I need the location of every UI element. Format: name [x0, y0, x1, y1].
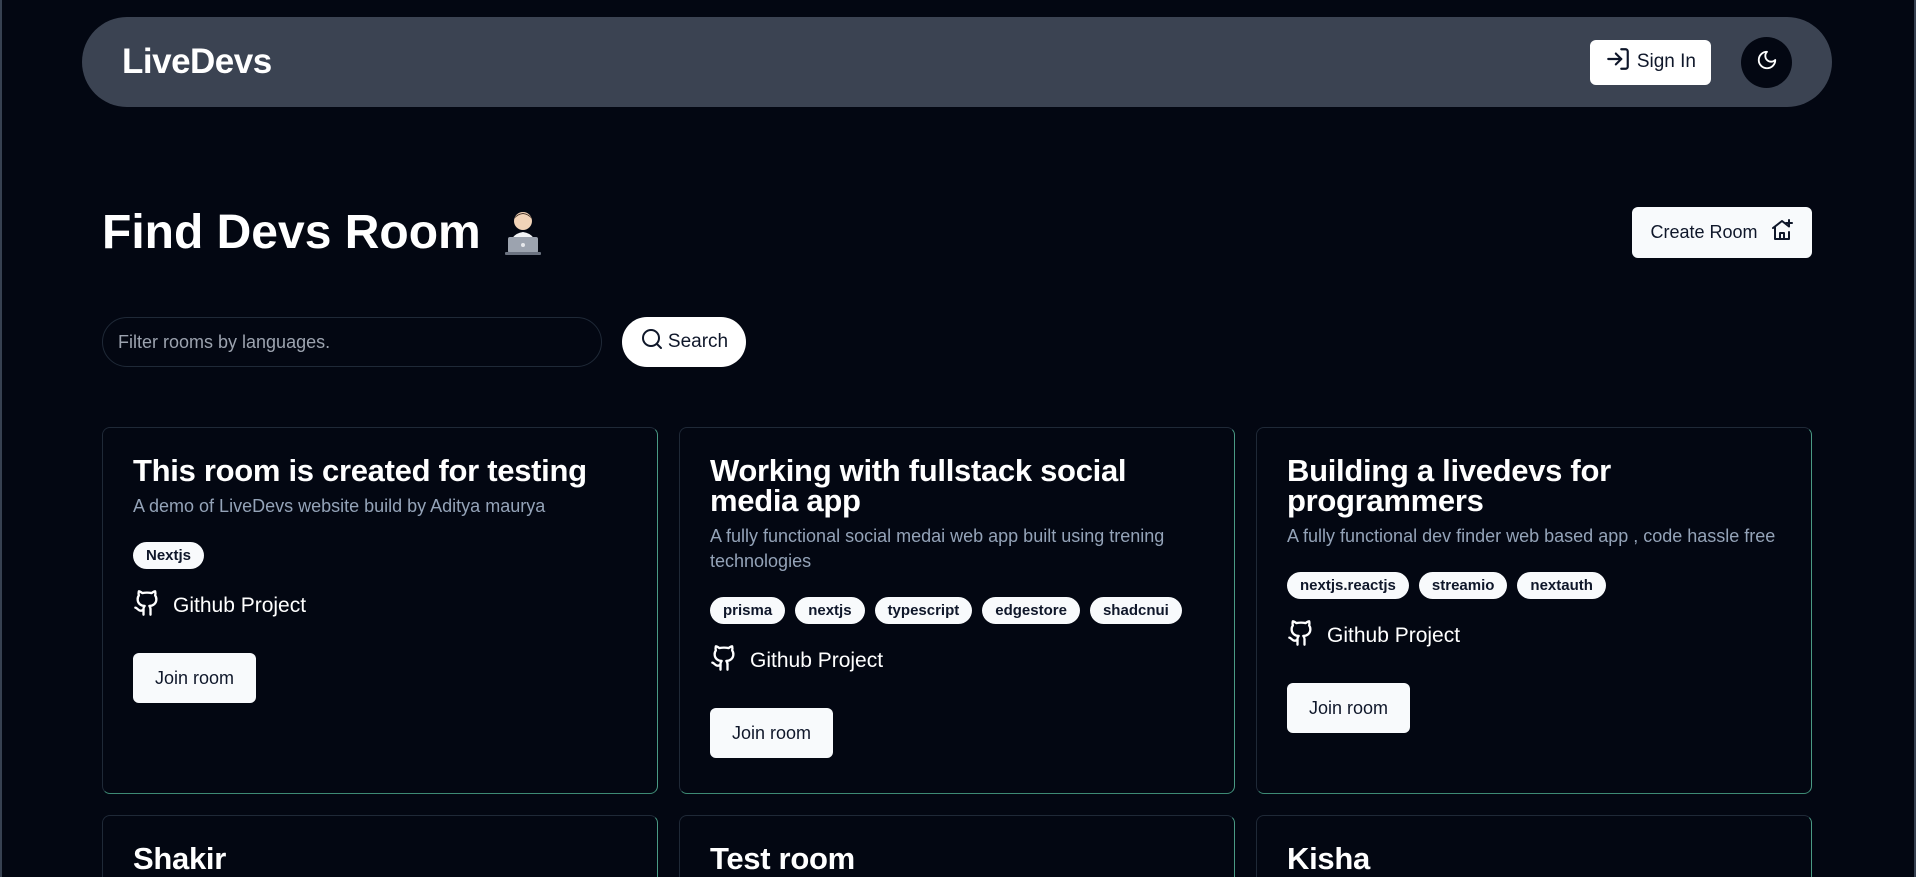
sign-in-label: Sign In	[1636, 51, 1696, 72]
join-room-button[interactable]: Join room	[133, 653, 256, 703]
tag-badge[interactable]: nextjs	[795, 597, 865, 624]
github-project-label: Github Project	[1327, 624, 1461, 647]
search-button[interactable]: Search	[622, 317, 746, 367]
room-card: Building a livedevs for programmers A fu…	[1256, 427, 1812, 794]
github-project-link[interactable]: Github Project	[133, 589, 627, 623]
tag-badge[interactable]: streamio	[1418, 572, 1508, 599]
room-tags: prisma nextjs typescript edgestore shadc…	[710, 597, 1204, 624]
navbar: LiveDevs Sign In	[82, 17, 1832, 107]
search-input[interactable]	[102, 317, 602, 367]
room-description: A fully functional dev finder web based …	[1287, 526, 1776, 546]
room-title: Shakir	[133, 841, 226, 876]
tag-badge[interactable]: nextjs.reactjs	[1287, 572, 1409, 599]
join-room-button[interactable]: Join room	[1287, 683, 1410, 733]
search-button-label: Search	[667, 331, 729, 352]
sign-in-button[interactable]: Sign In	[1589, 39, 1711, 85]
room-card: Kisha	[1256, 815, 1812, 877]
room-card: This room is created for testing A demo …	[102, 427, 658, 794]
github-project-link[interactable]: Github Project	[1287, 619, 1781, 653]
sign-in-icon	[1605, 46, 1631, 78]
room-tags: nextjs.reactjs streamio nextauth	[1287, 572, 1781, 599]
search-icon	[640, 327, 664, 357]
moon-icon	[1756, 49, 1778, 76]
house-plus-icon	[1770, 218, 1794, 247]
room-title: Working with fullstack social media app	[710, 453, 1127, 518]
page-title: Find Devs Room	[102, 205, 549, 260]
tag-badge[interactable]: typescript	[874, 597, 973, 624]
create-room-button[interactable]: Create Room	[1632, 207, 1812, 258]
github-project-link[interactable]: Github Project	[710, 644, 1204, 678]
logo[interactable]: LiveDevs	[122, 42, 272, 82]
tag-badge[interactable]: nextauth	[1517, 572, 1606, 599]
github-project-label: Github Project	[173, 594, 307, 617]
navbar-actions: Sign In	[1589, 36, 1792, 88]
create-room-label: Create Room	[1650, 222, 1758, 242]
tag-badge[interactable]: edgestore	[982, 597, 1080, 624]
technologist-emoji	[497, 207, 549, 259]
room-card: Test room	[679, 815, 1235, 877]
github-icon	[710, 644, 738, 678]
join-room-button[interactable]: Join room	[710, 708, 833, 758]
page-title-text: Find Devs Room	[102, 206, 481, 259]
github-icon	[1287, 619, 1315, 653]
tag-badge[interactable]: prisma	[710, 597, 786, 624]
room-tags: Nextjs	[133, 542, 627, 569]
github-project-label: Github Project	[750, 649, 884, 672]
tag-badge[interactable]: shadcnui	[1089, 597, 1182, 624]
room-description: A fully functional social medai web app …	[710, 526, 1165, 571]
room-card: Shakir	[102, 815, 658, 877]
github-icon	[133, 589, 161, 623]
room-title: Building a livedevs for programmers	[1287, 453, 1611, 518]
window-border-left	[0, 0, 2, 877]
theme-toggle-button[interactable]	[1741, 36, 1792, 88]
tag-badge[interactable]: Nextjs	[133, 542, 205, 569]
room-title: Kisha	[1287, 841, 1370, 876]
room-title: This room is created for testing	[133, 453, 587, 488]
room-description: A demo of LiveDevs website build by Adit…	[133, 496, 546, 516]
room-title: Test room	[710, 841, 855, 876]
room-card: Working with fullstack social media app …	[679, 427, 1235, 794]
